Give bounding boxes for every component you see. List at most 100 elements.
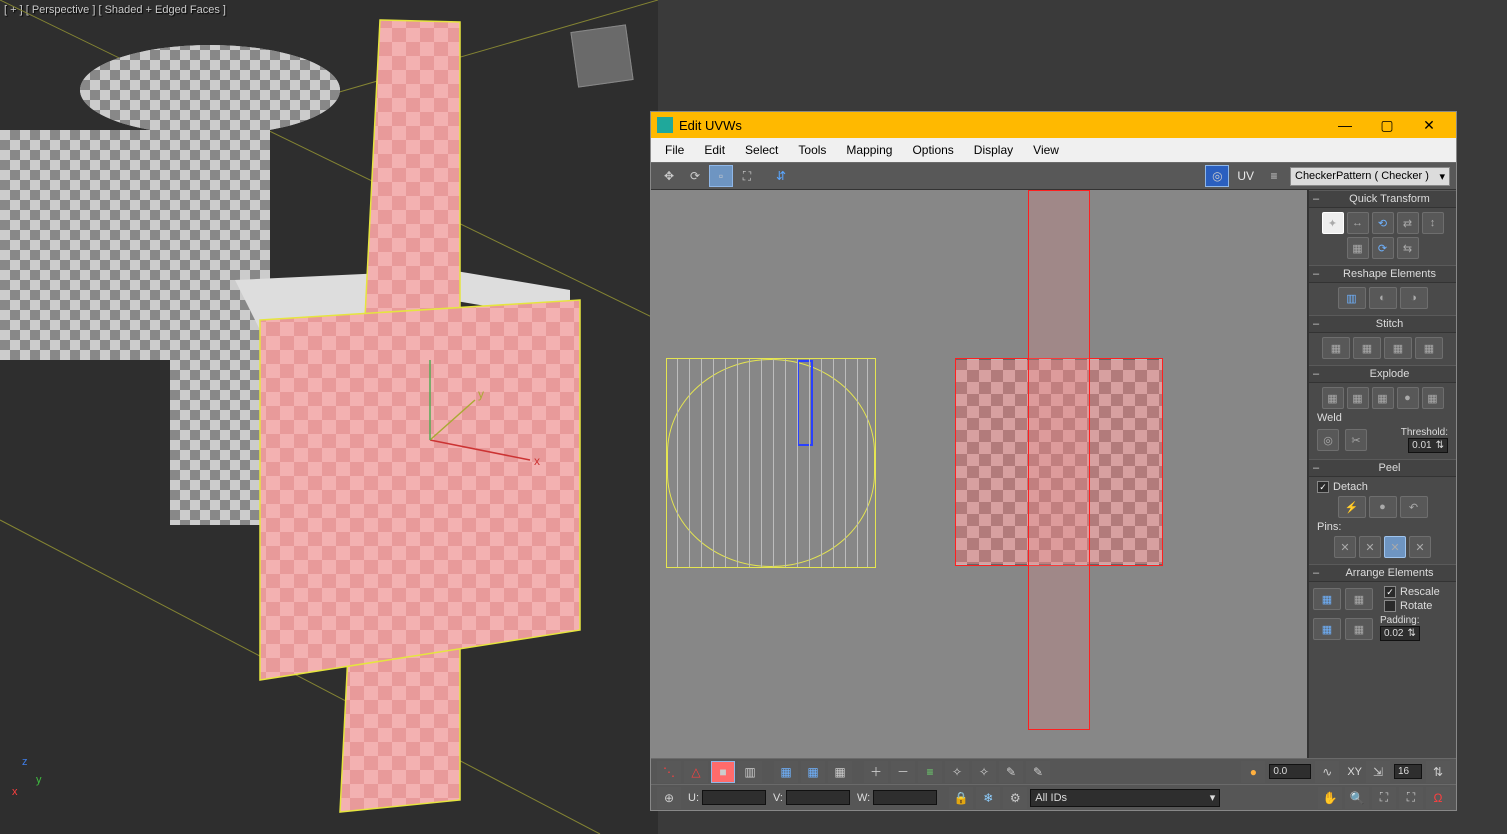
- abs-rel-icon[interactable]: ⊕: [657, 787, 681, 809]
- pan-icon[interactable]: ✋: [1318, 787, 1342, 809]
- menu-display[interactable]: Display: [966, 141, 1021, 159]
- qt-rot90b-icon[interactable]: ⟳: [1372, 237, 1394, 259]
- ids-dropdown[interactable]: All IDs▾: [1030, 789, 1220, 807]
- sel-face-icon[interactable]: ■: [711, 761, 735, 783]
- explode-2-icon[interactable]: ▦: [1347, 387, 1369, 409]
- rollout-reshape[interactable]: Reshape Elements: [1309, 265, 1456, 283]
- arrange-pack2-icon[interactable]: ▦: [1345, 588, 1373, 610]
- reshape-relax-icon[interactable]: ◐: [1369, 287, 1397, 309]
- rollout-stitch[interactable]: Stitch: [1309, 315, 1456, 333]
- explode-3-icon[interactable]: ▦: [1372, 387, 1394, 409]
- rotate-checkbox[interactable]: Rotate: [1380, 600, 1444, 612]
- close-button[interactable]: ✕: [1408, 113, 1450, 137]
- xy-tool-icon[interactable]: ⇲: [1366, 761, 1390, 783]
- titlebar[interactable]: Edit UVWs — ▢ ✕: [651, 112, 1456, 138]
- arrange-pack-icon[interactable]: ▦: [1313, 588, 1341, 610]
- rescale-checkbox[interactable]: ✓Rescale: [1380, 586, 1444, 598]
- menu-edit[interactable]: Edit: [696, 141, 733, 159]
- snap-icon[interactable]: Ω: [1426, 787, 1450, 809]
- zoom-icon[interactable]: 🔍: [1345, 787, 1369, 809]
- bottom-toolbars: ⋱ △ ■ ▥ ▦ ▦ ▦ ＋ － ≡ ✧ ✧ ✎ ✎ ● 0.0 ∿ XY ⇲…: [651, 758, 1456, 810]
- falloff-type-icon[interactable]: ∿: [1315, 761, 1339, 783]
- v-input[interactable]: [786, 790, 850, 805]
- qt-rot90-icon[interactable]: ⟲: [1372, 212, 1394, 234]
- eq-icon[interactable]: ≡: [918, 761, 942, 783]
- menu-options[interactable]: Options: [904, 141, 961, 159]
- brush2-icon[interactable]: ✎: [1026, 761, 1050, 783]
- weld-target-icon[interactable]: ◎: [1317, 429, 1339, 451]
- stitch-4-icon[interactable]: ▦: [1415, 337, 1443, 359]
- pin-2-icon[interactable]: ✕: [1359, 536, 1381, 558]
- limit-input[interactable]: 16: [1394, 764, 1422, 779]
- tool-b-icon[interactable]: ✧: [972, 761, 996, 783]
- mirror-icon[interactable]: ⇵: [769, 165, 793, 187]
- viewport-3d[interactable]: [ + ] [ Perspective ] [ Shaded + Edged F…: [0, 0, 658, 834]
- menu-tools[interactable]: Tools: [790, 141, 834, 159]
- qt-tool2-icon[interactable]: ▦: [1347, 237, 1369, 259]
- peel-reset-icon[interactable]: ↶: [1400, 496, 1428, 518]
- rollout-arrange[interactable]: Arrange Elements: [1309, 564, 1456, 582]
- reshape-straighten-icon[interactable]: ▥: [1338, 287, 1366, 309]
- texture-dropdown[interactable]: CheckerPattern ( Checker )▾: [1290, 167, 1450, 186]
- reshape-tool-icon[interactable]: ◑: [1400, 287, 1428, 309]
- arrange-4-icon[interactable]: ▦: [1345, 618, 1373, 640]
- tool-a-icon[interactable]: ✧: [945, 761, 969, 783]
- sel-element-icon[interactable]: ▥: [738, 761, 762, 783]
- zoom-extents-icon[interactable]: ⛶: [1399, 787, 1423, 809]
- scale-icon[interactable]: ▫: [709, 165, 733, 187]
- minus-icon[interactable]: －: [891, 761, 915, 783]
- qt-tool-icon[interactable]: ↔: [1347, 212, 1369, 234]
- uv-list-icon[interactable]: ≡: [1262, 165, 1286, 187]
- arrange-3-icon[interactable]: ▦: [1313, 618, 1341, 640]
- threshold-input[interactable]: 0.01⇅: [1408, 438, 1448, 453]
- shrink-icon[interactable]: ▦: [801, 761, 825, 783]
- snow-icon[interactable]: ❄: [976, 787, 1000, 809]
- menu-file[interactable]: File: [657, 141, 692, 159]
- spinner-icon[interactable]: ⇅: [1426, 761, 1450, 783]
- sel-vertex-icon[interactable]: ⋱: [657, 761, 681, 783]
- zoom-region-icon[interactable]: ⛶: [1372, 787, 1396, 809]
- detach-checkbox[interactable]: ✓Detach: [1313, 481, 1452, 493]
- lock-icon[interactable]: 🔒: [949, 787, 973, 809]
- plus-icon[interactable]: ＋: [864, 761, 888, 783]
- rollout-quick-transform[interactable]: Quick Transform: [1309, 190, 1456, 208]
- padding-input[interactable]: 0.02⇅: [1380, 626, 1420, 641]
- qt-flip-icon[interactable]: ⇄: [1397, 212, 1419, 234]
- pin-3-icon[interactable]: ✕: [1384, 536, 1406, 558]
- qt-flip2-icon[interactable]: ⇆: [1397, 237, 1419, 259]
- stitch-2-icon[interactable]: ▦: [1353, 337, 1381, 359]
- grow-icon[interactable]: ▦: [774, 761, 798, 783]
- soft-sel-icon[interactable]: ●: [1241, 761, 1265, 783]
- w-input[interactable]: [873, 790, 937, 805]
- unwrap-opts-icon[interactable]: ⚙: [1003, 787, 1027, 809]
- peel-1-icon[interactable]: ⚡: [1338, 496, 1366, 518]
- stitch-1-icon[interactable]: ▦: [1322, 337, 1350, 359]
- explode-5-icon[interactable]: ▦: [1422, 387, 1444, 409]
- explode-4-icon[interactable]: ●: [1397, 387, 1419, 409]
- rollout-peel[interactable]: Peel: [1309, 459, 1456, 477]
- weld-break-icon[interactable]: ✂: [1345, 429, 1367, 451]
- show-map-icon[interactable]: ◎: [1205, 165, 1229, 187]
- menu-mapping[interactable]: Mapping: [838, 141, 900, 159]
- uv-canvas[interactable]: [651, 190, 1308, 758]
- falloff-input[interactable]: 0.0: [1269, 764, 1311, 779]
- minimize-button[interactable]: —: [1324, 113, 1366, 137]
- freeform-icon[interactable]: ⛶: [735, 165, 759, 187]
- menu-view[interactable]: View: [1025, 141, 1067, 159]
- qt-align2-icon[interactable]: ↕: [1422, 212, 1444, 234]
- maximize-button[interactable]: ▢: [1366, 113, 1408, 137]
- peel-2-icon[interactable]: ●: [1369, 496, 1397, 518]
- pin-4-icon[interactable]: ✕: [1409, 536, 1431, 558]
- explode-1-icon[interactable]: ▦: [1322, 387, 1344, 409]
- rollout-explode[interactable]: Explode: [1309, 365, 1456, 383]
- qt-align-icon[interactable]: ✦: [1322, 212, 1344, 234]
- rotate-icon[interactable]: ⟳: [683, 165, 707, 187]
- menu-select[interactable]: Select: [737, 141, 786, 159]
- pin-1-icon[interactable]: ✕: [1334, 536, 1356, 558]
- u-input[interactable]: [702, 790, 766, 805]
- move-icon[interactable]: ✥: [657, 165, 681, 187]
- stitch-3-icon[interactable]: ▦: [1384, 337, 1412, 359]
- sel-edge-icon[interactable]: △: [684, 761, 708, 783]
- ring-icon[interactable]: ▦: [828, 761, 852, 783]
- brush-icon[interactable]: ✎: [999, 761, 1023, 783]
